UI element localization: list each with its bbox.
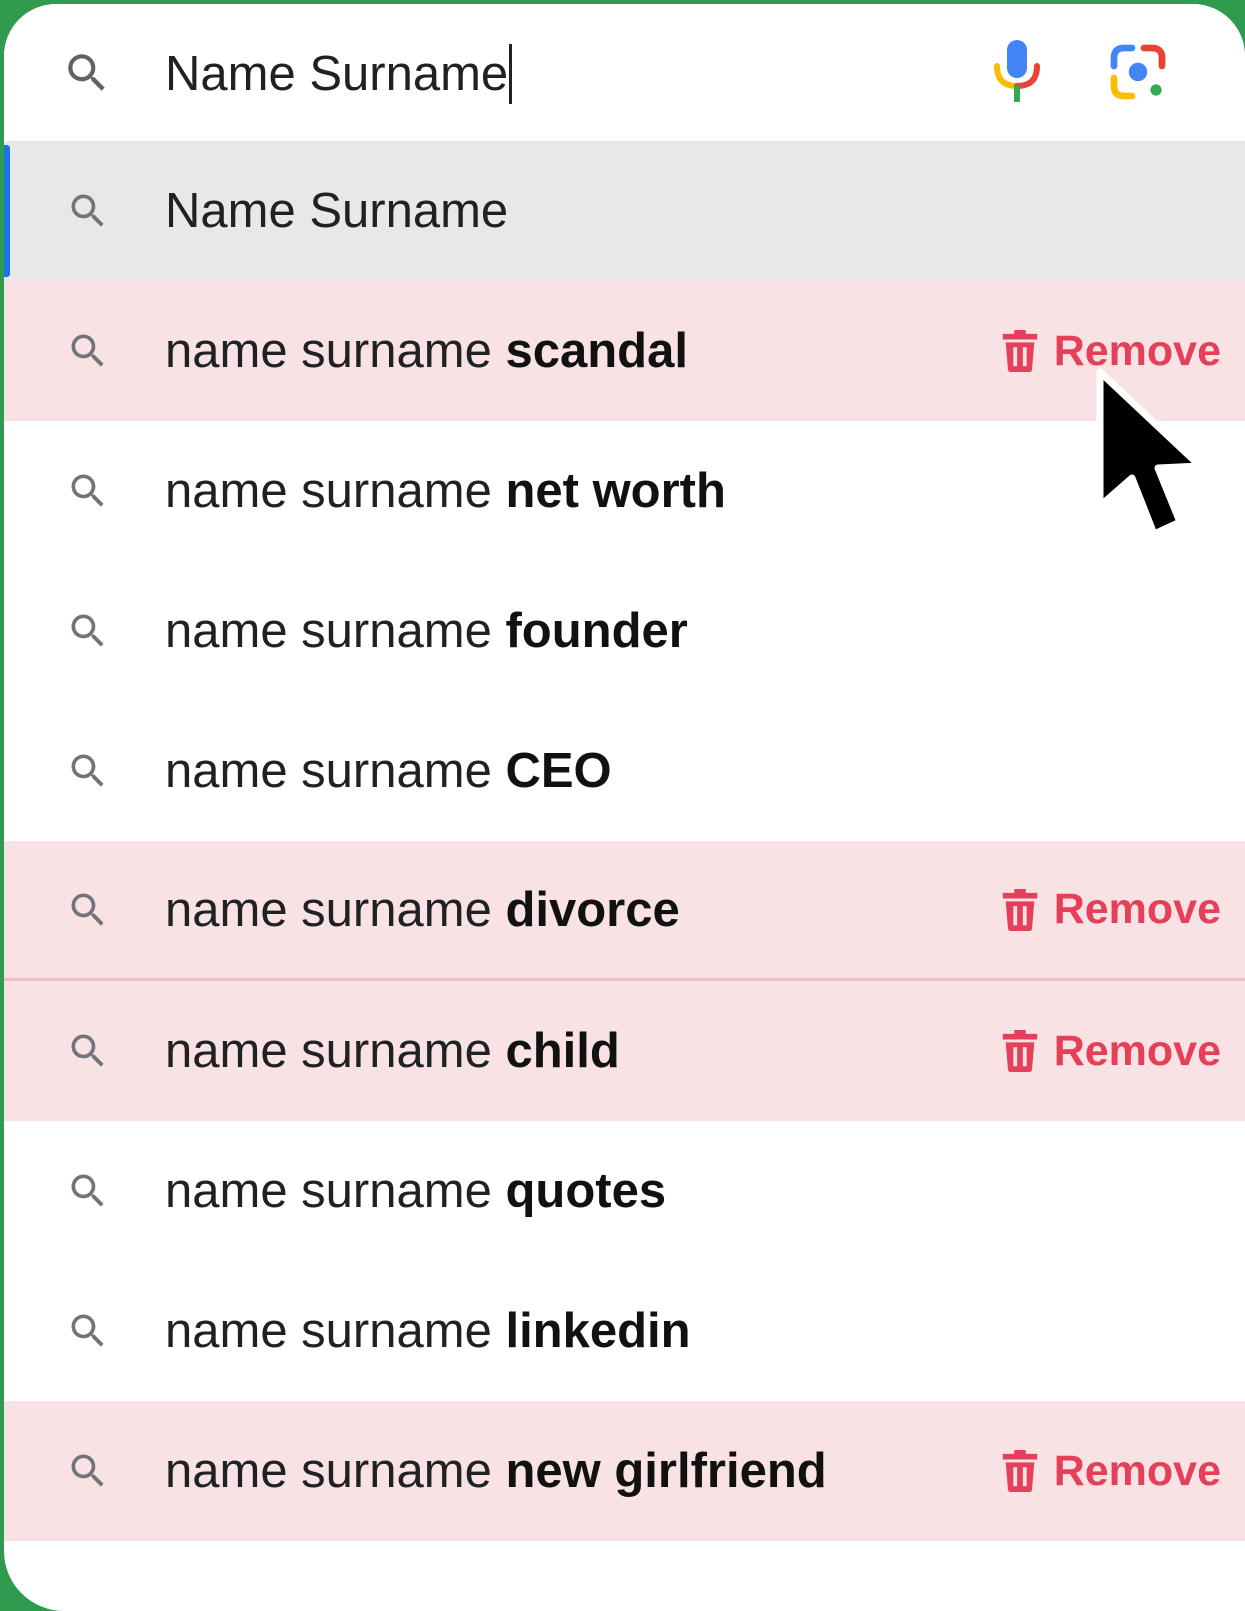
remove-label: Remove <box>1053 326 1221 375</box>
suggestion-completion: linkedin <box>505 1304 691 1358</box>
search-input-value: Name Surname <box>165 47 509 101</box>
suggestion-prefix: name surname <box>165 882 506 937</box>
remove-button[interactable]: Remove <box>1002 880 1221 940</box>
search-icon <box>68 54 105 91</box>
suggestion-text: name surname scandal <box>165 320 688 382</box>
suggestion-prefix: name surname <box>165 1024 506 1078</box>
lens-camera-icon[interactable] <box>1108 42 1168 102</box>
suggestion-prefix: name surname <box>165 604 506 658</box>
remove-button[interactable]: Remove <box>1002 321 1221 381</box>
suggestion-item-ceo[interactable]: name surname CEO <box>4 701 1245 841</box>
suggestion-item-new-girlfriend[interactable]: name surname new girlfriend Remove <box>4 1401 1245 1541</box>
search-icon <box>71 893 104 926</box>
suggestion-text: Name Surname <box>165 180 508 242</box>
suggestion-text: name surname divorce <box>165 879 680 941</box>
search-icon <box>71 1034 104 1067</box>
suggestion-item-selected[interactable]: Name Surname <box>4 141 1245 281</box>
suggestion-completion: new girlfriend <box>505 1444 827 1498</box>
search-icon <box>71 334 104 367</box>
remove-button[interactable]: Remove <box>1002 1021 1221 1081</box>
suggestion-item-divorce[interactable]: name surname divorce Remove <box>4 841 1245 981</box>
suggestion-prefix: Name Surname <box>165 184 509 238</box>
suggestion-completion: divorce <box>505 882 680 937</box>
suggestion-completion: child <box>505 1024 620 1078</box>
suggestion-item-scandal[interactable]: name surname scandal Remove <box>4 281 1245 421</box>
suggestion-text: name surname quotes <box>165 1160 666 1222</box>
suggestion-completion: CEO <box>505 744 612 798</box>
trash-icon <box>1002 888 1037 931</box>
search-icon <box>71 754 104 787</box>
suggestion-prefix: name surname <box>165 744 506 798</box>
suggestion-prefix: name surname <box>165 1164 506 1218</box>
search-bar[interactable]: Name Surname <box>4 4 1245 141</box>
suggestion-text: name surname child <box>165 1020 620 1082</box>
search-icon <box>71 1314 104 1347</box>
search-icon <box>71 1454 104 1487</box>
trash-icon <box>1002 330 1037 372</box>
suggestion-text: name surname new girlfriend <box>165 1440 827 1502</box>
suggestion-completion: quotes <box>505 1164 667 1218</box>
suggestion-item-linkedin[interactable]: name surname linkedin <box>4 1261 1245 1401</box>
suggestion-prefix: name surname <box>165 464 506 518</box>
suggestion-item-quotes[interactable]: name surname quotes <box>4 1121 1245 1261</box>
suggestion-list: Name Surname name surname scandal Remove… <box>4 141 1245 1541</box>
text-caret <box>509 44 513 104</box>
suggestion-text: name surname linkedin <box>165 1300 691 1362</box>
suggestion-item-child[interactable]: name surname child Remove <box>4 981 1245 1121</box>
search-icon <box>71 1174 104 1207</box>
remove-label: Remove <box>1053 1446 1221 1495</box>
remove-label: Remove <box>1053 1026 1221 1075</box>
suggestion-text: name surname founder <box>165 600 688 662</box>
suggestion-text: name surname CEO <box>165 740 612 802</box>
suggestion-prefix: name surname <box>165 1304 506 1358</box>
suggestion-text: name surname net worth <box>165 460 726 522</box>
remove-button[interactable]: Remove <box>1002 1441 1221 1501</box>
suggestion-completion: scandal <box>505 324 688 378</box>
trash-icon <box>1002 1450 1037 1492</box>
trash-icon <box>1002 1030 1037 1072</box>
suggestion-completion: net worth <box>505 464 726 518</box>
search-suggestions-panel: Name Surname Name Surname name surname s… <box>4 4 1245 1611</box>
suggestion-completion: founder <box>505 604 688 658</box>
search-icon <box>71 614 104 647</box>
suggestion-prefix: name surname <box>165 1444 506 1498</box>
remove-label: Remove <box>1053 885 1221 933</box>
search-input[interactable]: Name Surname <box>165 44 513 104</box>
suggestion-prefix: name surname <box>165 324 506 378</box>
suggestion-item-net-worth[interactable]: name surname net worth <box>4 421 1245 561</box>
search-icon <box>71 474 104 507</box>
microphone-icon[interactable] <box>989 38 1045 106</box>
search-icon <box>71 194 104 227</box>
suggestion-item-founder[interactable]: name surname founder <box>4 561 1245 701</box>
